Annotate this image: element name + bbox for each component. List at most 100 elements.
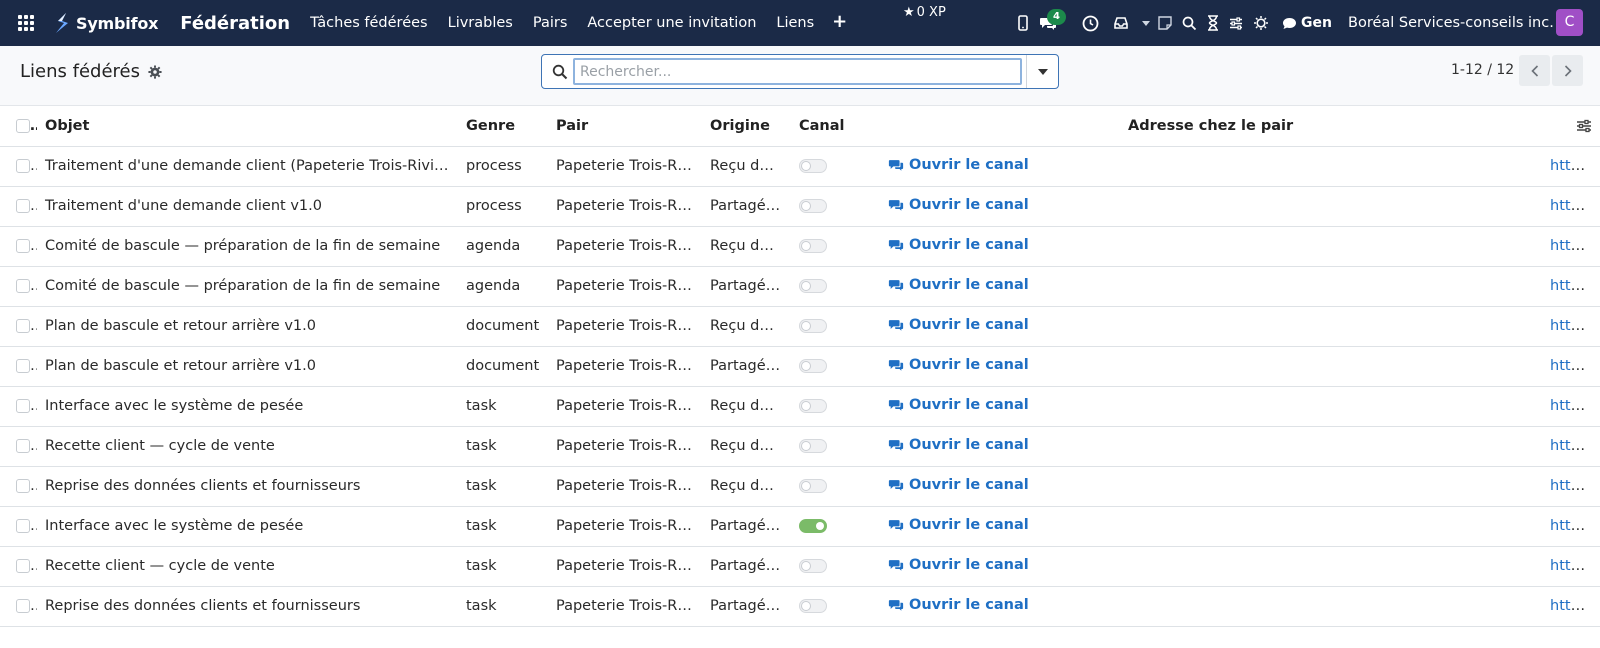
star-icon: ★ xyxy=(903,5,915,20)
column-header-adresse[interactable]: Adresse chez le pair xyxy=(1120,106,1550,147)
row-checkbox[interactable] xyxy=(0,386,37,427)
row-checkbox[interactable] xyxy=(0,186,37,227)
search-input[interactable] xyxy=(573,58,1022,85)
table-row[interactable]: Interface avec le système de pesée task Pa… xyxy=(0,386,1600,427)
channel-toggle[interactable] xyxy=(799,359,827,373)
messages-icon[interactable]: 4 xyxy=(1033,0,1066,46)
table-row[interactable]: Comité de bascule — préparation de la fi… xyxy=(0,226,1600,267)
select-all-checkbox[interactable] xyxy=(0,106,37,147)
open-channel-button[interactable]: Ouvrir le canal xyxy=(888,477,1029,493)
channel-toggle[interactable] xyxy=(799,559,827,573)
apps-menu-icon[interactable] xyxy=(0,0,52,46)
open-channel-button[interactable]: Ouvrir le canal xyxy=(888,277,1029,293)
peer-address-link[interactable]: https://demo.symbifox.com/odoo/project/2… xyxy=(1550,478,1600,494)
menu-item-liens[interactable]: Liens xyxy=(766,0,824,46)
peer-address-link[interactable]: https://demo.symbifox.com/odoo/action-bf… xyxy=(1550,278,1600,294)
channel-toggle[interactable] xyxy=(799,319,827,333)
row-checkbox[interactable] xyxy=(0,306,37,347)
peer-address-link[interactable]: https://demo.symbifox.com/odoo/action-bf… xyxy=(1550,198,1600,214)
open-channel-label: Ouvrir le canal xyxy=(909,196,1029,213)
peer-address-link[interactable]: https://demo.symbifox.com/odoo/project/2… xyxy=(1550,438,1600,454)
search-icon[interactable] xyxy=(1178,0,1200,46)
inbox-icon[interactable] xyxy=(1108,0,1134,46)
channel-toggle[interactable] xyxy=(799,279,827,293)
table-row[interactable]: Recette client — cycle de vente task Papet… xyxy=(0,546,1600,587)
channel-toggle[interactable] xyxy=(799,479,827,493)
pager-value[interactable]: 1-12 / 12 xyxy=(1451,62,1514,78)
channel-toggle[interactable] xyxy=(799,199,827,213)
channel-toggle[interactable] xyxy=(799,519,827,533)
menu-add-button[interactable]: + xyxy=(824,0,855,46)
row-checkbox[interactable] xyxy=(0,546,37,587)
peer-address-link[interactable]: https://demo.symbifox.com/odoo/project/2… xyxy=(1550,558,1600,574)
app-title[interactable]: Fédération xyxy=(164,13,300,34)
table-row[interactable]: Traitement d'une demande client v1.0 proc… xyxy=(0,186,1600,227)
assistant-gen-button[interactable]: Gen xyxy=(1282,0,1336,46)
peer-address-link[interactable]: https://demo.symbifox.com/odoo/project/2… xyxy=(1550,598,1600,614)
peer-address-link[interactable]: https://demo.symbifox.com/odoo/action-bf… xyxy=(1550,238,1600,254)
menu-item-pairs[interactable]: Pairs xyxy=(523,0,578,46)
channel-toggle[interactable] xyxy=(799,239,827,253)
column-header-objet[interactable]: Objet xyxy=(37,106,458,147)
row-checkbox[interactable] xyxy=(0,586,37,627)
bug-icon[interactable] xyxy=(1250,0,1272,46)
open-channel-button[interactable]: Ouvrir le canal xyxy=(888,357,1029,373)
table-row[interactable]: Plan de bascule et retour arrière v1.0 do… xyxy=(0,306,1600,347)
peer-address-link[interactable]: https://demo.symbifox.com/odoo/action-ba… xyxy=(1550,358,1600,374)
table-row[interactable]: Plan de bascule et retour arrière v1.0 do… xyxy=(0,346,1600,387)
table-row[interactable]: Recette client — cycle de vente task Papet… xyxy=(0,426,1600,467)
peer-address-link[interactable]: https://demo.symbifox.com/odoo/project/2… xyxy=(1550,518,1600,534)
table-row[interactable]: Comité de bascule — préparation de la fi… xyxy=(0,266,1600,307)
open-channel-button[interactable]: Ouvrir le canal xyxy=(888,197,1029,213)
open-channel-button[interactable]: Ouvrir le canal xyxy=(888,437,1029,453)
open-channel-button[interactable]: Ouvrir le canal xyxy=(888,557,1029,573)
optional-columns-toggle[interactable] xyxy=(1550,106,1600,147)
row-checkbox[interactable] xyxy=(0,426,37,467)
open-channel-button[interactable]: Ouvrir le canal xyxy=(888,517,1029,533)
peer-address-link[interactable]: https://demo.symbifox.com/odoo/action-bf… xyxy=(1550,158,1600,174)
xp-counter[interactable]: ★ 0 XP xyxy=(903,5,946,20)
peer-address-link[interactable]: https://demo.symbifox.com/odoo/project/2… xyxy=(1550,398,1600,414)
channel-toggle[interactable] xyxy=(799,159,827,173)
menu-item-taches-federees[interactable]: Tâches fédérées xyxy=(300,0,438,46)
gear-icon[interactable] xyxy=(148,64,162,79)
channel-toggle[interactable] xyxy=(799,439,827,453)
table-row[interactable]: Interface avec le système de pesée task Pa… xyxy=(0,506,1600,547)
row-checkbox[interactable] xyxy=(0,346,37,387)
table-row[interactable]: Reprise des données clients et fournisse… xyxy=(0,586,1600,627)
row-checkbox[interactable] xyxy=(0,466,37,507)
pager-next-button[interactable] xyxy=(1552,55,1583,86)
company-switcher[interactable]: Boréal Services-conseils inc. xyxy=(1348,0,1554,46)
note-icon[interactable] xyxy=(1154,0,1176,46)
cell-origine: Reçu du pair xyxy=(702,426,791,467)
search-options-toggle[interactable] xyxy=(1026,55,1058,88)
menu-item-livrables[interactable]: Livrables xyxy=(438,0,523,46)
menu-item-accepter-invitation[interactable]: Accepter une invitation xyxy=(577,0,766,46)
row-checkbox[interactable] xyxy=(0,266,37,307)
column-header-canal[interactable]: Canal xyxy=(791,106,880,147)
channel-toggle[interactable] xyxy=(799,399,827,413)
column-header-origine[interactable]: Origine xyxy=(702,106,791,147)
open-channel-button[interactable]: Ouvrir le canal xyxy=(888,317,1029,333)
open-channel-button[interactable]: Ouvrir le canal xyxy=(888,157,1029,173)
symbifox-logo-icon xyxy=(56,13,68,33)
row-checkbox[interactable] xyxy=(0,506,37,547)
column-header-genre[interactable]: Genre xyxy=(458,106,548,147)
hourglass-icon[interactable] xyxy=(1202,0,1224,46)
chevron-down-icon[interactable] xyxy=(1136,0,1156,46)
sliders-icon[interactable] xyxy=(1225,0,1247,46)
table-row[interactable]: Reprise des données clients et fournisse… xyxy=(0,466,1600,507)
open-channel-button[interactable]: Ouvrir le canal xyxy=(888,397,1029,413)
open-channel-button[interactable]: Ouvrir le canal xyxy=(888,237,1029,253)
row-checkbox[interactable] xyxy=(0,226,37,267)
table-row[interactable]: Traitement d'une demande client (Papeter… xyxy=(0,146,1600,187)
peer-address-link[interactable]: https://demo.symbifox.com/odoo/action-ba… xyxy=(1550,318,1600,334)
pager-previous-button[interactable] xyxy=(1519,55,1550,86)
row-checkbox[interactable] xyxy=(0,146,37,187)
column-header-pair[interactable]: Pair xyxy=(548,106,702,147)
brand-logo-link[interactable]: Symbifox xyxy=(52,0,158,46)
user-avatar[interactable]: C xyxy=(1556,9,1583,36)
channel-toggle[interactable] xyxy=(799,599,827,613)
open-channel-button[interactable]: Ouvrir le canal xyxy=(888,597,1029,613)
activity-clock-icon[interactable] xyxy=(1078,0,1102,46)
